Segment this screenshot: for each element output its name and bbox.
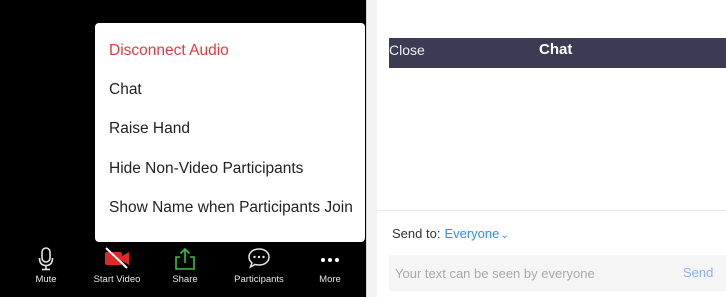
menu-item-show-name-when-participants-join[interactable]: Show Name when Participants Join xyxy=(109,199,353,217)
menu-item-disconnect-audio[interactable]: Disconnect Audio xyxy=(109,42,229,60)
send-to-row: Send to: Everyone⌄ xyxy=(392,226,509,241)
start-video-label: Start Video xyxy=(93,274,141,285)
close-button[interactable]: Close xyxy=(389,42,425,58)
menu-item-raise-hand[interactable]: Raise Hand xyxy=(109,120,190,138)
participants-button[interactable]: Participants xyxy=(227,243,291,297)
menu-item-hide-non-video-participants[interactable]: Hide Non-Video Participants xyxy=(109,160,303,178)
chat-bubble-icon xyxy=(227,247,291,269)
menu-item-chat[interactable]: Chat xyxy=(109,81,142,99)
more-menu: Disconnect Audio Chat Raise Hand Hide No… xyxy=(95,23,365,242)
chat-message-input[interactable] xyxy=(389,255,674,291)
chat-divider xyxy=(377,210,726,211)
chat-header: Close Chat xyxy=(389,38,726,68)
microphone-icon xyxy=(22,247,70,271)
share-upload-icon xyxy=(161,247,209,270)
mute-button[interactable]: Mute xyxy=(22,243,70,297)
share-label: Share xyxy=(172,274,198,285)
chat-message-area xyxy=(377,68,726,210)
participants-label: Participants xyxy=(234,274,284,285)
send-to-label: Send to: xyxy=(392,226,441,241)
meeting-screen: Disconnect Audio Chat Raise Hand Hide No… xyxy=(0,0,366,297)
more-label: More xyxy=(319,274,341,285)
panel-divider xyxy=(366,0,377,297)
chat-panel: Close Chat Send to:Everyone⌄ Send xyxy=(377,0,726,297)
more-button[interactable]: More xyxy=(309,243,351,297)
chevron-down-icon[interactable]: ⌄ xyxy=(500,230,508,241)
ellipsis-icon xyxy=(309,247,351,269)
meeting-toolbar: Mute Start Video Share Participants More xyxy=(0,243,366,297)
recipient-dropdown[interactable]: Everyone xyxy=(444,226,499,241)
start-video-button[interactable]: Start Video xyxy=(88,243,146,297)
chat-input-row: Send xyxy=(389,255,726,291)
share-button[interactable]: Share xyxy=(161,243,209,297)
mute-label: Mute xyxy=(35,274,57,285)
video-off-icon xyxy=(88,247,146,269)
chat-title: Chat xyxy=(539,41,573,58)
send-button[interactable]: Send xyxy=(683,265,713,280)
